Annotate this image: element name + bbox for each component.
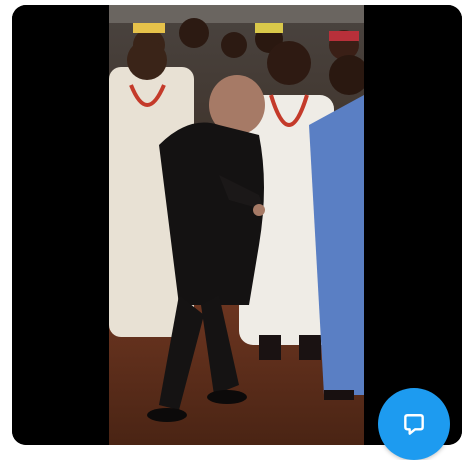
letterbox-right	[364, 5, 462, 445]
chat-bubble-icon	[404, 414, 424, 435]
media-card[interactable]	[12, 5, 462, 445]
video-frame[interactable]	[109, 5, 364, 445]
reply-fab-button[interactable]	[378, 388, 450, 460]
video-still	[109, 5, 364, 445]
letterbox-left	[12, 5, 109, 445]
